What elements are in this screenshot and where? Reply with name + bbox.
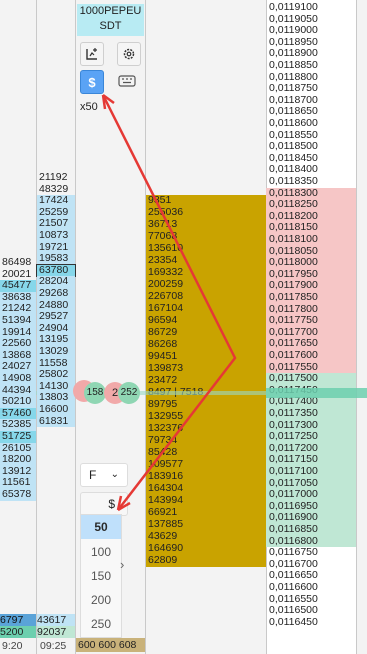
annotation-arrows — [101, 93, 237, 512]
